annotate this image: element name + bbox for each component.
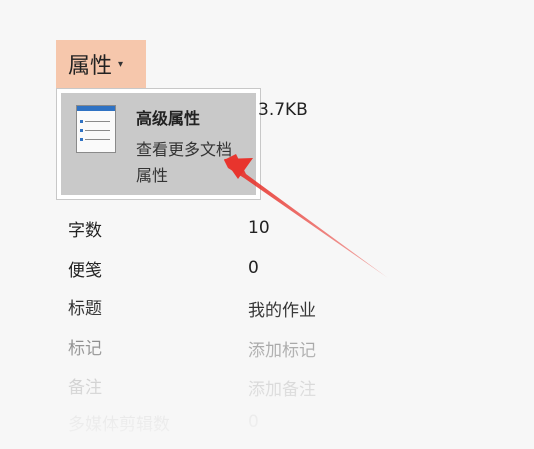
annotation-arrow [224,154,388,278]
arrow-head [224,158,253,179]
arrow-shaft [224,154,388,278]
